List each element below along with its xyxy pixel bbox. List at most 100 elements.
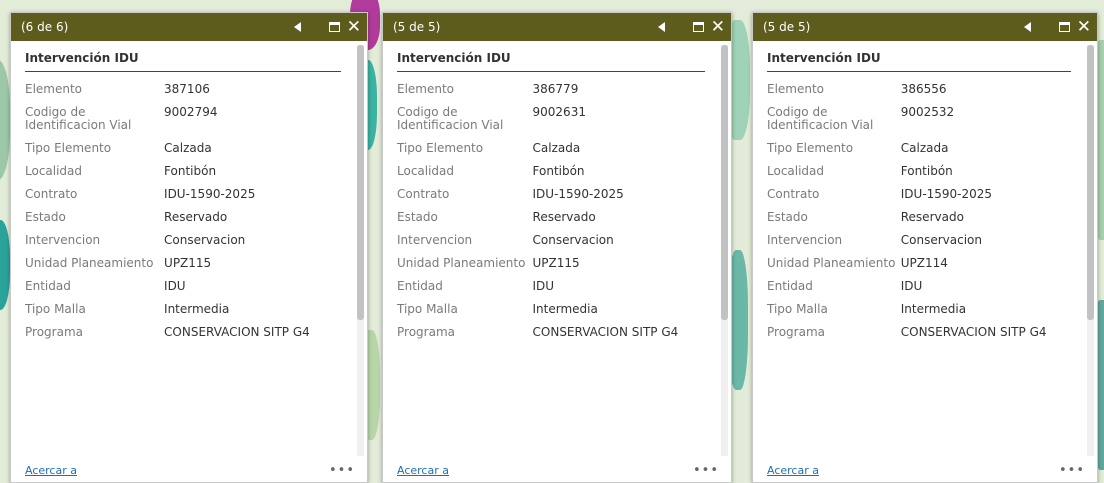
attribute-key: Tipo Elemento [397, 141, 484, 155]
attribute-key: Elemento [767, 82, 825, 96]
attribute-value: 9002794 [164, 105, 218, 119]
scrollbar-thumb[interactable] [721, 45, 728, 320]
attribute-key: Entidad [767, 279, 813, 293]
attribute-value: Intermedia [164, 302, 230, 316]
attribute-value: IDU [532, 279, 555, 293]
attribute-key: Localidad [397, 164, 455, 178]
popup-content: Intervención IDU Elemento 386556 Codigo de… [753, 41, 1083, 460]
close-icon[interactable]: ✕ [347, 18, 361, 36]
attribute-row: Estado Reservado [767, 208, 1071, 231]
attribute-key: Entidad [25, 279, 71, 293]
attribute-value: Conservacion [164, 233, 246, 247]
attribute-table: Elemento 387106 Codigo de Identificacion V… [25, 80, 341, 346]
previous-feature-icon[interactable] [657, 22, 665, 32]
popup-content: Intervención IDU Elemento 387106 Codigo de… [11, 41, 353, 460]
attribute-row: Localidad Fontibón [767, 162, 1071, 185]
close-icon[interactable]: ✕ [711, 18, 725, 36]
attribute-value: 387106 [164, 82, 210, 96]
attribute-row: Tipo Malla Intermedia [767, 300, 1071, 323]
attribute-value: Calzada [900, 141, 949, 155]
attribute-row: Programa CONSERVACION SITP G4 [25, 323, 341, 346]
feature-popup: (5 de 5) ✕ Intervención IDU Elemento 3865… [752, 12, 1098, 483]
attribute-value: CONSERVACION SITP G4 [164, 325, 310, 339]
attribute-row: Estado Reservado [25, 208, 341, 231]
popup-pager: (5 de 5) [393, 20, 441, 34]
attribute-value: Intermedia [900, 302, 967, 316]
attribute-value: Calzada [532, 141, 581, 155]
attribute-value: 386556 [900, 82, 947, 96]
popup-pager: (5 de 5) [763, 20, 811, 34]
attribute-key: Tipo Malla [25, 302, 86, 316]
attribute-value: Calzada [164, 141, 212, 155]
zoom-to-link[interactable]: Acercar a [25, 464, 77, 477]
popup-content: Intervención IDU Elemento 386779 Codigo de… [383, 41, 717, 460]
maximize-icon[interactable] [1058, 22, 1070, 32]
attribute-value: 9002532 [900, 105, 955, 119]
attribute-row: Unidad Planeamiento UPZ115 [397, 254, 705, 277]
attribute-key: Tipo Elemento [25, 141, 112, 155]
attribute-row: Elemento 386556 [767, 80, 1071, 103]
zoom-to-link[interactable]: Acercar a [767, 464, 819, 477]
maximize-icon[interactable] [692, 22, 704, 32]
attribute-key: Intervencion [397, 233, 473, 247]
popup-scrollbar[interactable] [357, 45, 364, 456]
attribute-row: Programa CONSERVACION SITP G4 [767, 323, 1071, 346]
attribute-row: Unidad Planeamiento UPZ114 [767, 254, 1071, 277]
attribute-key: Contrato [25, 187, 78, 201]
popup-scrollbar[interactable] [721, 45, 728, 456]
close-icon[interactable]: ✕ [1077, 18, 1091, 36]
attribute-value: Conservacion [532, 233, 614, 247]
attribute-table: Elemento 386556 Codigo de Identificacion V… [767, 80, 1071, 346]
attribute-row: Entidad IDU [25, 277, 341, 300]
zoom-to-link[interactable]: Acercar a [397, 464, 449, 477]
attribute-key: Intervencion [767, 233, 843, 247]
attribute-value: IDU-1590-2025 [900, 187, 993, 201]
attribute-value: IDU-1590-2025 [164, 187, 256, 201]
attribute-key: Tipo Elemento [767, 141, 854, 155]
popup-titlebar: (5 de 5) ✕ [383, 13, 731, 41]
attribute-row: Intervencion Conservacion [25, 231, 341, 254]
attribute-value: Reservado [900, 210, 964, 224]
attribute-value: Fontibón [532, 164, 585, 178]
more-options-icon[interactable]: ••• [329, 463, 355, 478]
attribute-value: Intermedia [532, 302, 598, 316]
attribute-row: Codigo de Identificacion Vial 9002631 [397, 103, 705, 139]
attribute-row: Tipo Elemento Calzada [767, 139, 1071, 162]
attribute-row: Intervencion Conservacion [767, 231, 1071, 254]
previous-feature-icon[interactable] [1023, 22, 1031, 32]
attribute-value: Conservacion [900, 233, 982, 247]
attribute-row: Contrato IDU-1590-2025 [25, 185, 341, 208]
map-feature [0, 220, 10, 310]
popup-titlebar: (5 de 5) ✕ [753, 13, 1097, 41]
attribute-row: Elemento 386779 [397, 80, 705, 103]
attribute-row: Contrato IDU-1590-2025 [397, 185, 705, 208]
attribute-value: UPZ114 [900, 256, 948, 270]
attribute-key: Intervencion [25, 233, 101, 247]
attribute-key: Elemento [397, 82, 455, 96]
attribute-row: Unidad Planeamiento UPZ115 [25, 254, 341, 277]
attribute-value: 386779 [532, 82, 579, 96]
popup-section-title: Intervención IDU [397, 51, 705, 72]
popup-scrollbar[interactable] [1087, 45, 1094, 456]
attribute-key: Codigo de Identificacion Vial [767, 105, 874, 132]
popup-titlebar: (6 de 6) ✕ [11, 13, 367, 41]
feature-popup: (6 de 6) ✕ Intervención IDU Elemento 3871… [10, 12, 368, 483]
attribute-key: Programa [25, 325, 83, 339]
attribute-rows: Elemento 386556 Codigo de Identificacion V… [767, 80, 1071, 346]
attribute-value: Reservado [164, 210, 228, 224]
attribute-row: Elemento 387106 [25, 80, 341, 103]
attribute-row: Tipo Elemento Calzada [397, 139, 705, 162]
attribute-key: Programa [767, 325, 825, 339]
attribute-row: Tipo Elemento Calzada [25, 139, 341, 162]
attribute-key: Localidad [767, 164, 825, 178]
scrollbar-thumb[interactable] [357, 45, 364, 320]
maximize-icon[interactable] [328, 22, 340, 32]
attribute-value: 9002631 [532, 105, 586, 119]
more-options-icon[interactable]: ••• [693, 463, 719, 478]
more-options-icon[interactable]: ••• [1059, 463, 1085, 478]
attribute-row: Estado Reservado [397, 208, 705, 231]
scrollbar-thumb[interactable] [1087, 45, 1094, 320]
previous-feature-icon[interactable] [293, 22, 301, 32]
attribute-value: Reservado [532, 210, 596, 224]
attribute-value: IDU-1590-2025 [532, 187, 624, 201]
